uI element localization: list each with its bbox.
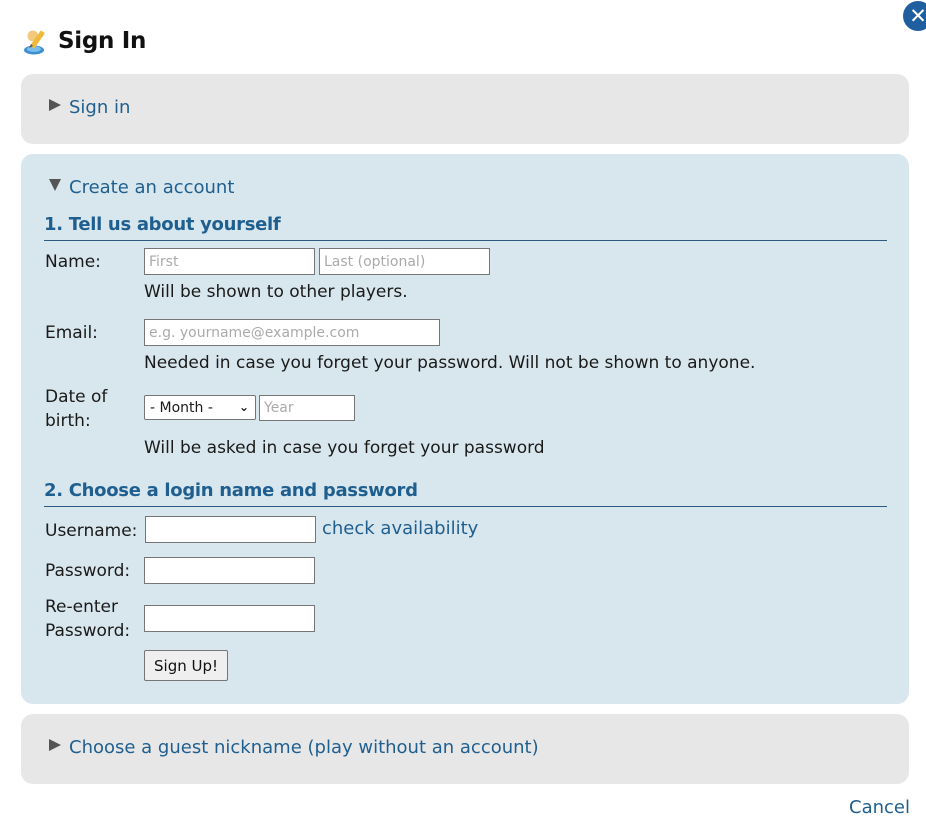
last-name-input[interactable] — [319, 248, 490, 275]
dob-hint: Will be asked in case you forget your pa… — [144, 438, 545, 458]
dob-label-line2: birth: — [45, 411, 91, 431]
create-account-toggle[interactable]: Create an account — [49, 177, 234, 198]
login-heading: 2. Choose a login name and password — [44, 480, 887, 507]
password-input[interactable] — [144, 557, 315, 584]
reenter-label-line2: Password: — [45, 621, 131, 641]
email-label: Email: — [45, 323, 98, 343]
name-label: Name: — [45, 252, 101, 272]
password-label: Password: — [45, 561, 131, 581]
first-name-input[interactable] — [144, 248, 315, 275]
guest-link[interactable]: Choose a guest nickname (play without an… — [69, 737, 539, 758]
chevron-down-icon: ⌄ — [238, 400, 249, 414]
dialog-title: Sign In — [58, 28, 147, 54]
check-availability-link[interactable]: check availability — [322, 518, 478, 539]
about-heading: 1. Tell us about yourself — [44, 214, 887, 241]
username-label: Username: — [45, 521, 138, 541]
triangle-right-icon — [49, 738, 61, 751]
cancel-link[interactable]: Cancel — [849, 797, 910, 818]
reenter-label-line1: Re-enter — [45, 597, 118, 617]
dob-label: Date of birth: — [45, 385, 107, 433]
email-hint: Needed in case you forget your password.… — [144, 353, 756, 373]
create-account-panel: Create an account 1. Tell us about yours… — [21, 154, 909, 704]
guest-toggle[interactable]: Choose a guest nickname (play without an… — [49, 737, 539, 758]
guest-panel: Choose a guest nickname (play without an… — [21, 714, 909, 784]
triangle-right-icon — [49, 98, 61, 111]
year-input[interactable] — [259, 395, 355, 421]
dialog-header: Sign In — [22, 24, 146, 58]
month-select-value: - Month - — [150, 399, 213, 416]
signin-link[interactable]: Sign in — [69, 97, 130, 118]
signin-toggle[interactable]: Sign in — [49, 97, 130, 118]
reenter-password-input[interactable] — [144, 605, 315, 632]
reenter-password-label: Re-enter Password: — [45, 595, 130, 643]
close-icon[interactable]: ✕ — [903, 1, 926, 31]
email-input[interactable] — [144, 319, 440, 346]
month-select[interactable]: - Month - ⌄ — [144, 395, 256, 420]
signup-button[interactable]: Sign Up! — [144, 650, 228, 681]
create-account-link[interactable]: Create an account — [69, 177, 234, 198]
user-pencil-icon — [24, 30, 45, 55]
dob-label-line1: Date of — [45, 387, 108, 407]
name-hint: Will be shown to other players. — [144, 282, 408, 302]
username-input[interactable] — [145, 516, 316, 543]
triangle-down-icon — [49, 178, 61, 191]
signin-panel: Sign in — [21, 74, 909, 144]
